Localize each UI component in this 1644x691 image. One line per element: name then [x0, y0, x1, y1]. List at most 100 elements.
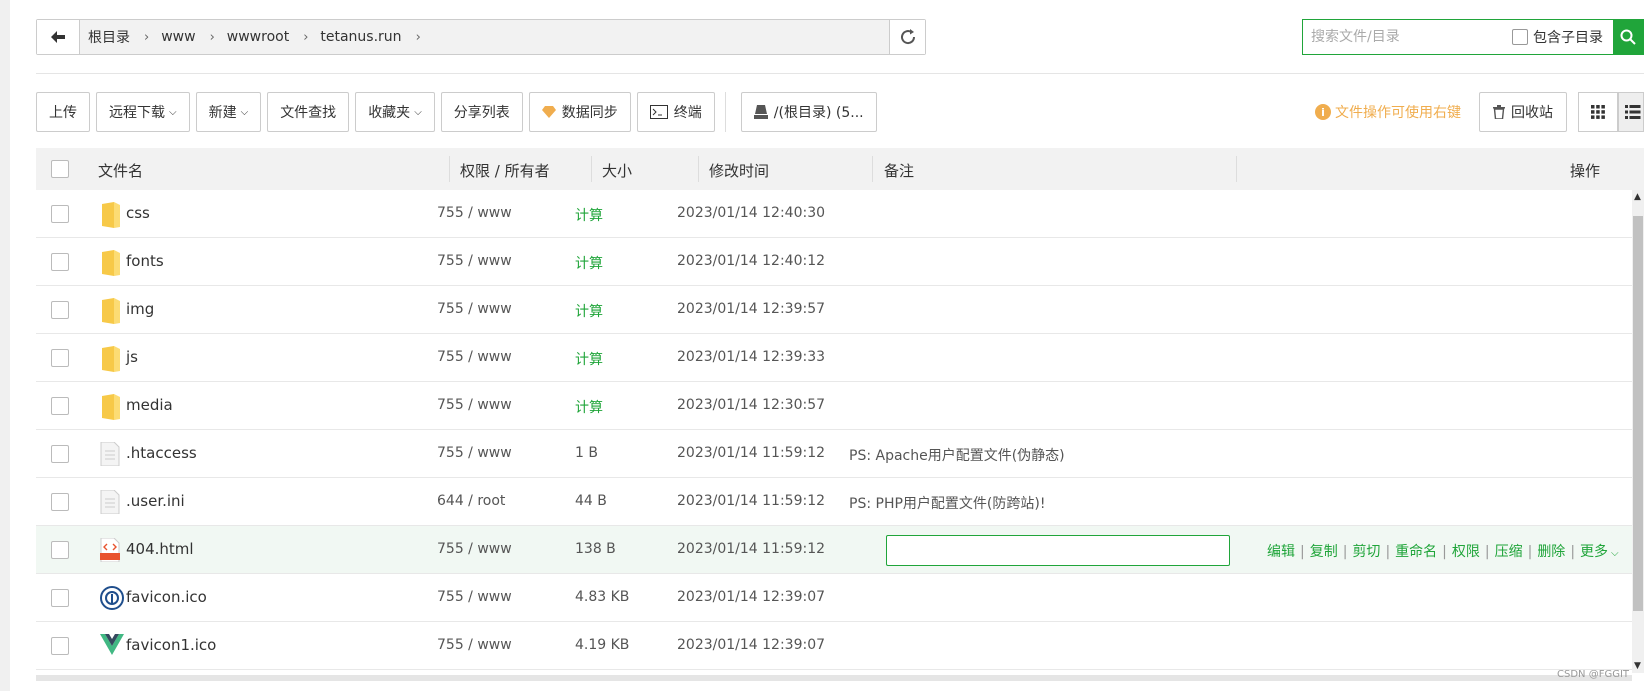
file-permission[interactable]: 755 / www [437, 301, 512, 317]
action-5[interactable]: 压缩 [1495, 544, 1523, 560]
file-permission[interactable]: 755 / www [437, 397, 512, 413]
table-row[interactable]: favicon1.ico 755 / www 4.19 KB 2023/01/14 1… [36, 622, 1632, 670]
row-checkbox[interactable] [51, 349, 69, 367]
new-button[interactable]: 新建 ⌵ [195, 92, 262, 132]
breadcrumb-item-root[interactable]: 根目录 › [88, 27, 161, 47]
file-name[interactable]: favicon1.ico [126, 636, 216, 654]
file-search-button[interactable]: 文件查找 [267, 92, 350, 132]
table-row[interactable]: css 755 / www 计算 2023/01/14 12:40:30 [36, 190, 1632, 238]
file-name[interactable]: favicon.ico [126, 588, 207, 606]
calc-size-link[interactable]: 计算 [575, 253, 603, 273]
table-row[interactable]: fonts 755 / www 计算 2023/01/14 12:40:12 [36, 238, 1632, 286]
data-sync-button[interactable]: 数据同步 [528, 92, 631, 132]
file-note[interactable]: PS: Apache用户配置文件(伪静态) [849, 445, 1065, 465]
file-name[interactable]: .htaccess [126, 444, 197, 462]
breadcrumb-item-site[interactable]: tetanus.run › [320, 29, 432, 45]
scrollbar-thumb[interactable] [1633, 216, 1643, 611]
row-checkbox[interactable] [51, 253, 69, 271]
data-sync-label: 数据同步 [561, 105, 618, 121]
table-row[interactable]: .htaccess 755 / www 1 B 2023/01/14 11:59:12… [36, 430, 1632, 478]
file-permission[interactable]: 755 / www [437, 445, 512, 461]
file-size: 44 B [575, 493, 607, 509]
file-name[interactable]: fonts [126, 252, 164, 270]
file-permission[interactable]: 755 / www [437, 637, 512, 653]
table-row[interactable]: media 755 / www 计算 2023/01/14 12:30:57 [36, 382, 1632, 430]
file-size: 4.19 KB [575, 637, 630, 653]
vertical-scrollbar[interactable]: ▲ ▼ [1632, 190, 1644, 673]
trash-icon [1493, 105, 1505, 119]
action-1[interactable]: 复制 [1310, 544, 1338, 560]
row-checkbox[interactable] [51, 445, 69, 463]
action-7[interactable]: 更多 [1580, 544, 1608, 560]
file-mtime: 2023/01/14 12:39:07 [677, 637, 826, 653]
recycle-label: 回收站 [1511, 105, 1553, 121]
file-list: css 755 / www 计算 2023/01/14 12:40:30 fonts 75… [36, 190, 1632, 670]
action-2[interactable]: 剪切 [1352, 544, 1380, 560]
file-name[interactable]: css [126, 204, 150, 222]
breadcrumb-item-wwwroot[interactable]: wwwroot › [227, 29, 321, 45]
list-icon [1625, 105, 1641, 119]
row-checkbox[interactable] [51, 397, 69, 415]
file-name[interactable]: 404.html [126, 540, 194, 558]
remote-download-button[interactable]: 远程下载 ⌵ [96, 92, 190, 132]
header-size[interactable]: 大小 [602, 160, 632, 181]
row-checkbox[interactable] [51, 541, 69, 559]
list-view-button[interactable] [1618, 92, 1644, 132]
table-row[interactable]: favicon.ico 755 / www 4.83 KB 2023/01/14 12… [36, 574, 1632, 622]
header-name[interactable]: 文件名 [98, 160, 143, 181]
recycle-bin-button[interactable]: 回收站 [1479, 92, 1567, 132]
file-mtime: 2023/01/14 12:39:33 [677, 349, 826, 365]
file-note[interactable]: PS: PHP用户配置文件(防跨站)! [849, 493, 1045, 513]
scroll-down-icon[interactable]: ▼ [1634, 661, 1641, 671]
terminal-button[interactable]: 终端 [636, 92, 715, 132]
row-checkbox[interactable] [51, 301, 69, 319]
grid-view-button[interactable] [1578, 92, 1618, 132]
file-permission[interactable]: 644 / root [437, 493, 505, 509]
favorites-button[interactable]: 收藏夹 ⌵ [355, 92, 435, 132]
calc-size-link[interactable]: 计算 [575, 301, 603, 321]
calc-size-link[interactable]: 计算 [575, 205, 603, 225]
file-permission[interactable]: 755 / www [437, 589, 512, 605]
action-6[interactable]: 删除 [1537, 544, 1565, 560]
breadcrumb-item-www[interactable]: www › [161, 29, 227, 45]
calc-size-link[interactable]: 计算 [575, 349, 603, 369]
row-checkbox[interactable] [51, 589, 69, 607]
share-list-button[interactable]: 分享列表 [440, 92, 523, 132]
row-checkbox[interactable] [51, 637, 69, 655]
row-checkbox[interactable] [51, 205, 69, 223]
upload-button[interactable]: 上传 [36, 92, 90, 132]
calc-size-link[interactable]: 计算 [575, 397, 603, 417]
action-4[interactable]: 权限 [1452, 544, 1480, 560]
share-list-label: 分享列表 [453, 105, 510, 121]
horizontal-scrollbar[interactable] [36, 675, 1632, 681]
header-mtime[interactable]: 修改时间 [709, 160, 769, 181]
table-row[interactable]: js 755 / www 计算 2023/01/14 12:39:33 [36, 334, 1632, 382]
file-permission[interactable]: 755 / www [437, 541, 512, 557]
folder-icon [100, 250, 122, 276]
checkbox[interactable] [1512, 29, 1528, 45]
search-input[interactable] [1303, 22, 1508, 52]
back-button[interactable] [37, 20, 80, 54]
file-name[interactable]: .user.ini [126, 492, 185, 510]
action-0[interactable]: 编辑 [1267, 544, 1295, 560]
search-button[interactable] [1613, 19, 1643, 55]
file-name[interactable]: img [126, 300, 154, 318]
table-row[interactable]: img 755 / www 计算 2023/01/14 12:39:57 [36, 286, 1632, 334]
select-all-checkbox[interactable] [51, 160, 69, 178]
row-checkbox[interactable] [51, 493, 69, 511]
file-name[interactable]: js [126, 348, 138, 366]
note-input[interactable] [886, 535, 1230, 566]
table-row[interactable]: 404.html 755 / www 138 B 2023/01/14 11:59:1… [36, 526, 1632, 574]
refresh-button[interactable] [889, 20, 925, 54]
include-subdir-checkbox[interactable]: 包含子目录 [1512, 27, 1603, 47]
file-permission[interactable]: 755 / www [437, 205, 512, 221]
breadcrumb-label: wwwroot [226, 29, 290, 45]
header-perm[interactable]: 权限 / 所有者 [460, 160, 550, 181]
file-permission[interactable]: 755 / www [437, 349, 512, 365]
table-row[interactable]: .user.ini 644 / root 44 B 2023/01/14 11:59:… [36, 478, 1632, 526]
file-permission[interactable]: 755 / www [437, 253, 512, 269]
file-name[interactable]: media [126, 396, 173, 414]
action-3[interactable]: 重命名 [1395, 544, 1437, 560]
scroll-up-icon[interactable]: ▲ [1634, 192, 1641, 202]
disk-button[interactable]: /(根目录) (5... [740, 92, 877, 132]
